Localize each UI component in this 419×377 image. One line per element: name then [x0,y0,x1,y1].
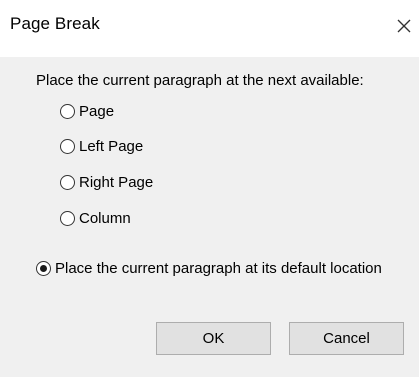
cancel-button[interactable]: Cancel [289,322,404,355]
ok-button[interactable]: OK [156,322,271,355]
radio-right-page[interactable] [60,175,75,190]
close-icon [396,18,412,34]
dialog-title: Page Break [10,14,100,33]
radio-page[interactable] [60,104,75,119]
close-button[interactable] [392,10,416,42]
title-bar: Page Break [0,0,419,57]
radio-label-left-page: Left Page [79,138,144,155]
radio-label-column: Column [79,210,131,227]
radio-option-right-page[interactable]: Right Page [60,174,153,191]
radio-column[interactable] [60,211,75,226]
radio-option-default-location[interactable]: Place the current paragraph at its defau… [36,260,382,277]
radio-option-page[interactable]: Page [60,103,114,120]
radio-label-page: Page [79,103,115,120]
radio-left-page[interactable] [60,139,75,154]
radio-option-left-page[interactable]: Left Page [60,138,143,155]
radio-label-default-location: Place the current paragraph at its defau… [55,260,382,277]
options-heading: Place the current paragraph at the next … [36,72,364,89]
radio-label-right-page: Right Page [79,174,154,191]
radio-option-column[interactable]: Column [60,210,131,227]
radio-default-location[interactable] [36,261,51,276]
page-break-dialog: Page Break Place the current paragraph a… [0,0,419,377]
